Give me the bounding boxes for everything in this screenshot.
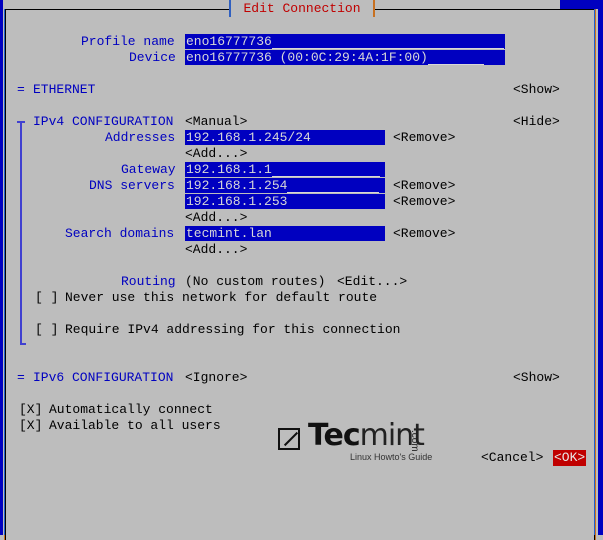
device-field[interactable]: eno16777736 (00:0C:29:4A:1F:00) xyxy=(185,50,505,65)
field-underline xyxy=(271,34,504,49)
ethernet-section-label: ETHERNET xyxy=(33,82,96,97)
profile-name-value: eno16777736 xyxy=(186,34,272,49)
dns-server-field[interactable]: 192.168.1.254 xyxy=(185,178,385,193)
address-value: 192.168.1.245/24 xyxy=(186,130,311,145)
never-default-route-label: Never use this network for default route xyxy=(65,290,378,305)
device-value: eno16777736 (00:0C:29:4A:1F:00) xyxy=(186,50,428,65)
field-underline xyxy=(271,162,380,177)
ipv4-bracket-bottom xyxy=(20,343,26,345)
dialog-frame-accent-right xyxy=(594,9,595,535)
auto-connect-label: Automatically connect xyxy=(49,402,213,417)
tecmint-brand: Tecmint xyxy=(308,418,425,453)
require-ipv4-label: Require IPv4 addressing for this connect… xyxy=(65,322,401,337)
window-border-top-right xyxy=(560,0,603,9)
search-domains-label: Search domains xyxy=(65,226,175,241)
profile-name-field[interactable]: eno16777736 xyxy=(185,34,505,49)
routing-value: (No custom routes) xyxy=(185,274,326,289)
all-users-label: Available to all users xyxy=(49,418,221,433)
ipv4-bracket-line xyxy=(20,122,22,344)
address-add-button[interactable]: <Add...> xyxy=(185,146,247,162)
profile-name-label: Profile name xyxy=(81,34,175,49)
all-users-checkbox[interactable]: [X] xyxy=(19,418,42,434)
ethernet-section-marker: = xyxy=(17,82,25,97)
ipv6-show-button[interactable]: <Show> xyxy=(513,370,560,386)
dns-servers-label: DNS servers xyxy=(89,178,175,193)
dns-server-field[interactable]: 192.168.1.253 xyxy=(185,194,385,209)
ipv4-section-label: IPv4 CONFIGURATION xyxy=(33,114,174,129)
window-border-left xyxy=(0,0,3,535)
device-label: Device xyxy=(129,50,176,65)
dns-server-value: 192.168.1.253 xyxy=(186,194,288,209)
search-domain-remove-button[interactable]: <Remove> xyxy=(393,226,455,242)
field-underline xyxy=(427,50,484,65)
brand-bold: Tec xyxy=(308,418,361,453)
dns-server-remove-button[interactable]: <Remove> xyxy=(393,178,455,194)
routing-edit-button[interactable]: <Edit...> xyxy=(337,274,407,290)
dialog-frame-accent-left xyxy=(4,9,5,535)
ethernet-show-button[interactable]: <Show> xyxy=(513,82,560,98)
tecmint-domain: .com xyxy=(409,430,420,452)
gateway-label: Gateway xyxy=(121,162,176,177)
tecmint-logo-icon xyxy=(278,428,300,450)
ipv6-section-marker: = xyxy=(17,370,25,385)
gateway-field[interactable]: 192.168.1.1 xyxy=(185,162,385,177)
tecmint-tagline: Linux Howto's Guide xyxy=(350,452,433,462)
search-domain-value: tecmint.lan xyxy=(186,226,272,241)
dns-add-button[interactable]: <Add...> xyxy=(185,210,247,226)
ipv4-hide-button[interactable]: <Hide> xyxy=(513,114,560,130)
never-default-route-checkbox[interactable]: [ ] xyxy=(35,290,58,306)
auto-connect-checkbox[interactable]: [X] xyxy=(19,402,42,418)
routing-label: Routing xyxy=(121,274,176,289)
search-domain-add-button[interactable]: <Add...> xyxy=(185,242,247,258)
tecmint-watermark: Tecmint .com Linux Howto's Guide xyxy=(278,418,438,468)
require-ipv4-checkbox[interactable]: [ ] xyxy=(35,322,58,338)
dialog-title: Edit Connection xyxy=(229,0,375,17)
address-field[interactable]: 192.168.1.245/24 xyxy=(185,130,385,145)
ok-button[interactable]: <OK> xyxy=(553,450,587,466)
addresses-label: Addresses xyxy=(105,130,176,145)
ipv6-mode-select[interactable]: <Ignore> xyxy=(185,370,247,386)
ipv6-section-label: IPv6 CONFIGURATION xyxy=(33,370,174,385)
gateway-value: 192.168.1.1 xyxy=(186,162,272,177)
search-domain-field[interactable]: tecmint.lan xyxy=(185,226,385,241)
field-underline xyxy=(287,178,380,193)
dns-server-value: 192.168.1.254 xyxy=(186,178,288,193)
dns-server-remove-button[interactable]: <Remove> xyxy=(393,194,455,210)
address-remove-button[interactable]: <Remove> xyxy=(393,130,455,146)
ipv4-mode-select[interactable]: <Manual> xyxy=(185,114,247,130)
cancel-button[interactable]: <Cancel> xyxy=(481,450,543,466)
window-border-right xyxy=(598,0,603,535)
